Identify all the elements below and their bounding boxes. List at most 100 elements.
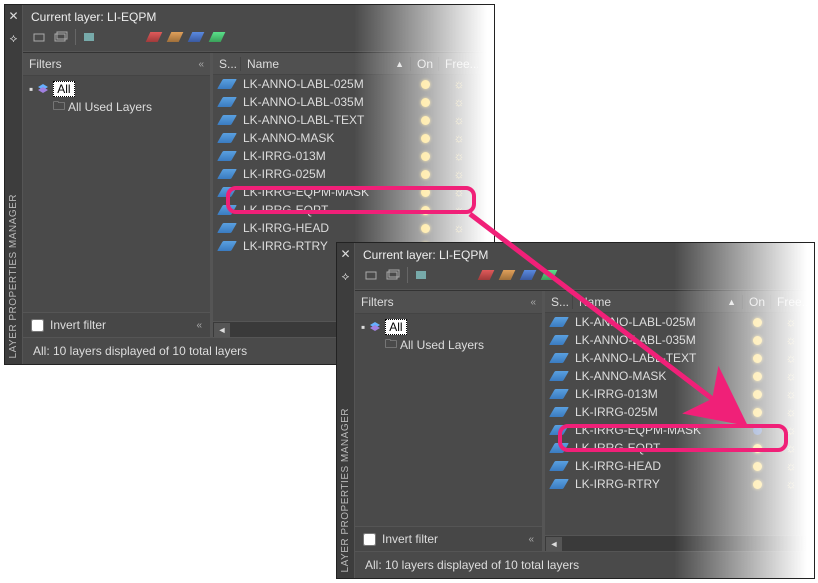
layer-name[interactable]: LK-ANNO-LABL-025M: [573, 315, 743, 329]
table-row[interactable]: LK-IRRG-HEAD☼: [213, 219, 494, 237]
layer-freeze-toggle[interactable]: ☼: [439, 113, 479, 127]
layer-on-toggle[interactable]: [743, 354, 771, 363]
table-row[interactable]: LK-ANNO-LABL-TEXT ☼: [545, 349, 814, 367]
layer-freeze-toggle[interactable]: ☼: [771, 459, 811, 473]
filters-header[interactable]: Filters «: [355, 291, 542, 314]
layer-on-toggle[interactable]: [743, 318, 771, 327]
layer-on-toggle[interactable]: [743, 372, 771, 381]
layer-on-toggle[interactable]: [411, 170, 439, 179]
table-row[interactable]: LK-IRRG-EQPT ☼: [213, 201, 494, 219]
table-row[interactable]: LK-IRRG-EQPM-MASK ☼: [545, 421, 814, 439]
layer-on-toggle[interactable]: [411, 188, 439, 197]
layer-name[interactable]: LK-IRRG-EQPM-MASK: [573, 423, 743, 437]
table-row[interactable]: LK-ANNO-LABL-025M ☼: [213, 75, 494, 93]
horizontal-scrollbar[interactable]: ◄: [545, 535, 814, 551]
layer-freeze-toggle[interactable]: ☼: [771, 315, 811, 329]
layer-swatch-blue[interactable]: [519, 267, 537, 283]
pin-icon[interactable]: ⟡: [339, 269, 353, 283]
scroll-left-icon[interactable]: ◄: [546, 537, 562, 551]
layer-freeze-toggle[interactable]: ☼: [439, 95, 479, 109]
layer-name[interactable]: LK-IRRG-EQPT: [573, 441, 743, 455]
layer-on-toggle[interactable]: [411, 98, 439, 107]
col-status[interactable]: S...: [213, 57, 241, 71]
layer-freeze-toggle[interactable]: ☼: [439, 185, 479, 199]
layer-freeze-toggle[interactable]: ☼: [439, 203, 479, 217]
layer-swatch-red[interactable]: [477, 267, 495, 283]
table-row[interactable]: LK-IRRG-013M ☼: [213, 147, 494, 165]
layer-freeze-toggle[interactable]: ☼: [439, 131, 479, 145]
layer-freeze-toggle[interactable]: ☼: [771, 423, 811, 437]
layer-name[interactable]: LK-IRRG-013M: [573, 387, 743, 401]
invert-filter-checkbox[interactable]: [363, 533, 376, 546]
close-icon[interactable]: ✕: [339, 247, 353, 261]
layer-freeze-toggle[interactable]: ☼: [771, 387, 811, 401]
layer-freeze-toggle[interactable]: ☼: [771, 477, 811, 491]
layer-freeze-toggle[interactable]: ☼: [439, 221, 479, 235]
col-freeze[interactable]: Free...: [439, 57, 479, 71]
new-filter-icon[interactable]: [31, 29, 49, 45]
layer-on-toggle[interactable]: [743, 426, 771, 435]
layer-name[interactable]: LK-IRRG-013M: [241, 149, 411, 163]
layer-name[interactable]: LK-IRRG-EQPT: [241, 203, 411, 217]
collapse-chevron-icon[interactable]: «: [530, 297, 536, 308]
layer-freeze-toggle[interactable]: ☼: [771, 369, 811, 383]
layer-name[interactable]: LK-IRRG-HEAD: [573, 459, 743, 473]
layer-name[interactable]: LK-ANNO-LABL-035M: [573, 333, 743, 347]
layer-on-toggle[interactable]: [411, 224, 439, 233]
table-row[interactable]: LK-IRRG-025M☼: [213, 165, 494, 183]
expand-icon[interactable]: ▪: [29, 82, 33, 96]
col-name[interactable]: Name ▲: [573, 295, 743, 309]
table-row[interactable]: LK-ANNO-MASK ☼: [213, 129, 494, 147]
col-on[interactable]: On: [411, 57, 439, 71]
layer-on-toggle[interactable]: [411, 152, 439, 161]
scroll-left-icon[interactable]: ◄: [214, 323, 230, 337]
layer-freeze-toggle[interactable]: ☼: [771, 351, 811, 365]
layer-name[interactable]: LK-IRRG-RTRY: [573, 477, 743, 491]
collapse-chevron-icon[interactable]: «: [196, 320, 202, 331]
new-filter-icon[interactable]: [363, 267, 381, 283]
layer-on-toggle[interactable]: [743, 390, 771, 399]
invert-filter-checkbox[interactable]: [31, 319, 44, 332]
table-row[interactable]: LK-IRRG-EQPM-MASK ☼: [213, 183, 494, 201]
filters-header[interactable]: Filters «: [23, 53, 210, 76]
layer-on-toggle[interactable]: [743, 444, 771, 453]
table-row[interactable]: LK-IRRG-025M☼: [545, 403, 814, 421]
layer-swatch-red[interactable]: [145, 29, 163, 45]
layer-freeze-toggle[interactable]: ☼: [439, 77, 479, 91]
table-row[interactable]: LK-ANNO-LABL-035M☼: [545, 331, 814, 349]
layer-on-toggle[interactable]: [743, 480, 771, 489]
collapse-chevron-icon[interactable]: «: [528, 534, 534, 545]
layer-name[interactable]: LK-IRRG-025M: [573, 405, 743, 419]
layer-on-toggle[interactable]: [411, 206, 439, 215]
layer-name[interactable]: LK-ANNO-LABL-TEXT: [241, 113, 411, 127]
layer-name[interactable]: LK-ANNO-LABL-025M: [241, 77, 411, 91]
layer-name[interactable]: LK-ANNO-LABL-035M: [241, 95, 411, 109]
layer-freeze-toggle[interactable]: ☼: [439, 167, 479, 181]
table-row[interactable]: LK-ANNO-MASK ☼: [545, 367, 814, 385]
layer-on-toggle[interactable]: [743, 462, 771, 471]
layer-swatch-blue[interactable]: [187, 29, 205, 45]
table-row[interactable]: LK-IRRG-RTRY ☼: [545, 475, 814, 493]
layer-name[interactable]: LK-ANNO-MASK: [573, 369, 743, 383]
layer-name[interactable]: LK-ANNO-LABL-TEXT: [573, 351, 743, 365]
layer-on-toggle[interactable]: [411, 80, 439, 89]
tree-root[interactable]: ▪ All: [29, 80, 204, 98]
col-name[interactable]: Name ▲: [241, 57, 411, 71]
layer-on-toggle[interactable]: [743, 336, 771, 345]
close-icon[interactable]: ✕: [7, 9, 21, 23]
layer-states-icon[interactable]: [413, 267, 431, 283]
table-row[interactable]: LK-ANNO-LABL-TEXT ☼: [213, 111, 494, 129]
layer-swatch-green[interactable]: [540, 267, 558, 283]
tree-child[interactable]: 🗀 All Used Layers: [29, 98, 204, 116]
layer-on-toggle[interactable]: [411, 116, 439, 125]
collapse-chevron-icon[interactable]: «: [198, 59, 204, 70]
tree-child[interactable]: 🗀 All Used Layers: [361, 336, 536, 354]
layer-states-icon[interactable]: [81, 29, 99, 45]
col-status[interactable]: S...: [545, 295, 573, 309]
layer-name[interactable]: LK-IRRG-EQPM-MASK: [241, 185, 411, 199]
layer-freeze-toggle[interactable]: ☼: [439, 149, 479, 163]
table-row[interactable]: LK-ANNO-LABL-025M ☼: [545, 313, 814, 331]
layer-name[interactable]: LK-ANNO-MASK: [241, 131, 411, 145]
table-row[interactable]: LK-IRRG-HEAD ☼: [545, 457, 814, 475]
layer-swatch-green[interactable]: [208, 29, 226, 45]
